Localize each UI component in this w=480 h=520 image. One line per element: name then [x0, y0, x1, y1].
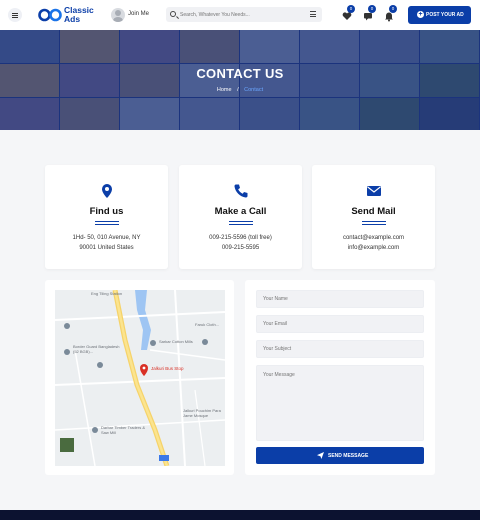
- favorites-button[interactable]: 0: [340, 5, 355, 23]
- card-line-1[interactable]: 009-215-5596 (toll free): [179, 235, 302, 241]
- breadcrumb: Home / Contact: [0, 87, 480, 93]
- send-message-button[interactable]: SEND MESSAGE: [256, 447, 424, 464]
- logo-line-2: Ads: [64, 13, 81, 24]
- user-avatar[interactable]: [111, 8, 125, 22]
- envelope-icon: [366, 186, 381, 196]
- menu-icon[interactable]: [8, 8, 22, 22]
- logo-icon: [38, 8, 62, 22]
- card-line-1: 1Hd- 50, 010 Avenue, NY: [72, 235, 141, 241]
- messages-count-badge: 0: [368, 5, 376, 13]
- map-place-label: Sarkar Cotton Mills: [159, 339, 193, 344]
- top-header: Classic Ads Join Me 0 0 0 + POST YOUR: [0, 0, 480, 30]
- search-icon[interactable]: [170, 11, 176, 17]
- post-ad-button[interactable]: + POST YOUR AD: [408, 6, 471, 24]
- notifications-button[interactable]: 0: [382, 5, 397, 23]
- map-place-label: Faruk Cloth...: [195, 322, 220, 327]
- send-message-label: SEND MESSAGE: [328, 453, 369, 459]
- search-input[interactable]: [180, 9, 300, 20]
- breadcrumb-separator: /: [237, 87, 239, 93]
- breadcrumb-current: Contact: [244, 87, 264, 93]
- page-title: CONTACT US: [196, 66, 284, 81]
- make-a-call-card: Make a Call 009-215-5596 (toll free) 009…: [179, 165, 302, 269]
- favorites-count-badge: 0: [347, 5, 355, 13]
- map-place-label: Jalkuri Pouchim Para Jame Mosque: [183, 408, 221, 418]
- card-line-2: 90001 United States: [79, 245, 134, 251]
- card-line-2[interactable]: 009-215-5595: [179, 245, 302, 251]
- breadcrumb-home[interactable]: Home: [217, 87, 232, 93]
- plus-icon: +: [417, 11, 424, 18]
- paper-plane-icon: [317, 452, 324, 459]
- title-underline: [361, 221, 386, 226]
- map-place-label: Border Guard Bangladesh (52 BGB)...: [73, 344, 120, 354]
- search-bar: [166, 7, 322, 22]
- card-line-2[interactable]: info@example.com: [312, 245, 435, 251]
- card-title: Find us: [89, 206, 124, 217]
- map-graphic: [55, 290, 225, 466]
- location-map[interactable]: Eng Tiling Station Border Guard Banglade…: [55, 290, 225, 466]
- contact-form: SEND MESSAGE: [245, 280, 435, 475]
- title-underline: [94, 221, 119, 226]
- map-panel: Eng Tiling Station Border Guard Banglade…: [45, 280, 234, 475]
- card-title: Make a Call: [214, 206, 267, 217]
- post-ad-label: POST YOUR AD: [426, 12, 464, 18]
- subject-field[interactable]: [256, 340, 424, 358]
- hero-banner: CONTACT US Home / Contact: [0, 30, 480, 130]
- messages-button[interactable]: 0: [361, 5, 376, 23]
- name-field[interactable]: [256, 290, 424, 308]
- map-pin-label: Jalkuri Bus Stop: [151, 366, 184, 371]
- filter-icon[interactable]: [310, 11, 316, 17]
- map-marker-icon: [101, 184, 112, 198]
- logo-text: Classic Ads: [64, 6, 104, 23]
- phone-icon: [233, 184, 247, 198]
- find-us-card: Find us 1Hd- 50, 010 Avenue, NY 90001 Un…: [45, 165, 168, 269]
- title-underline: [228, 221, 253, 226]
- map-place-label: Darbar Timber Traders & Saw Mill: [101, 425, 146, 435]
- notifications-count-badge: 0: [389, 5, 397, 13]
- join-link[interactable]: Join Me: [128, 11, 149, 17]
- card-line-1[interactable]: contact@example.com: [312, 235, 435, 241]
- map-place-label: Eng Tiling Station: [91, 291, 123, 296]
- email-field[interactable]: [256, 315, 424, 333]
- card-title: Send Mail: [351, 206, 396, 217]
- message-field[interactable]: [256, 365, 424, 441]
- footer-bar: [0, 510, 480, 520]
- send-mail-card: Send Mail contact@example.com info@examp…: [312, 165, 435, 269]
